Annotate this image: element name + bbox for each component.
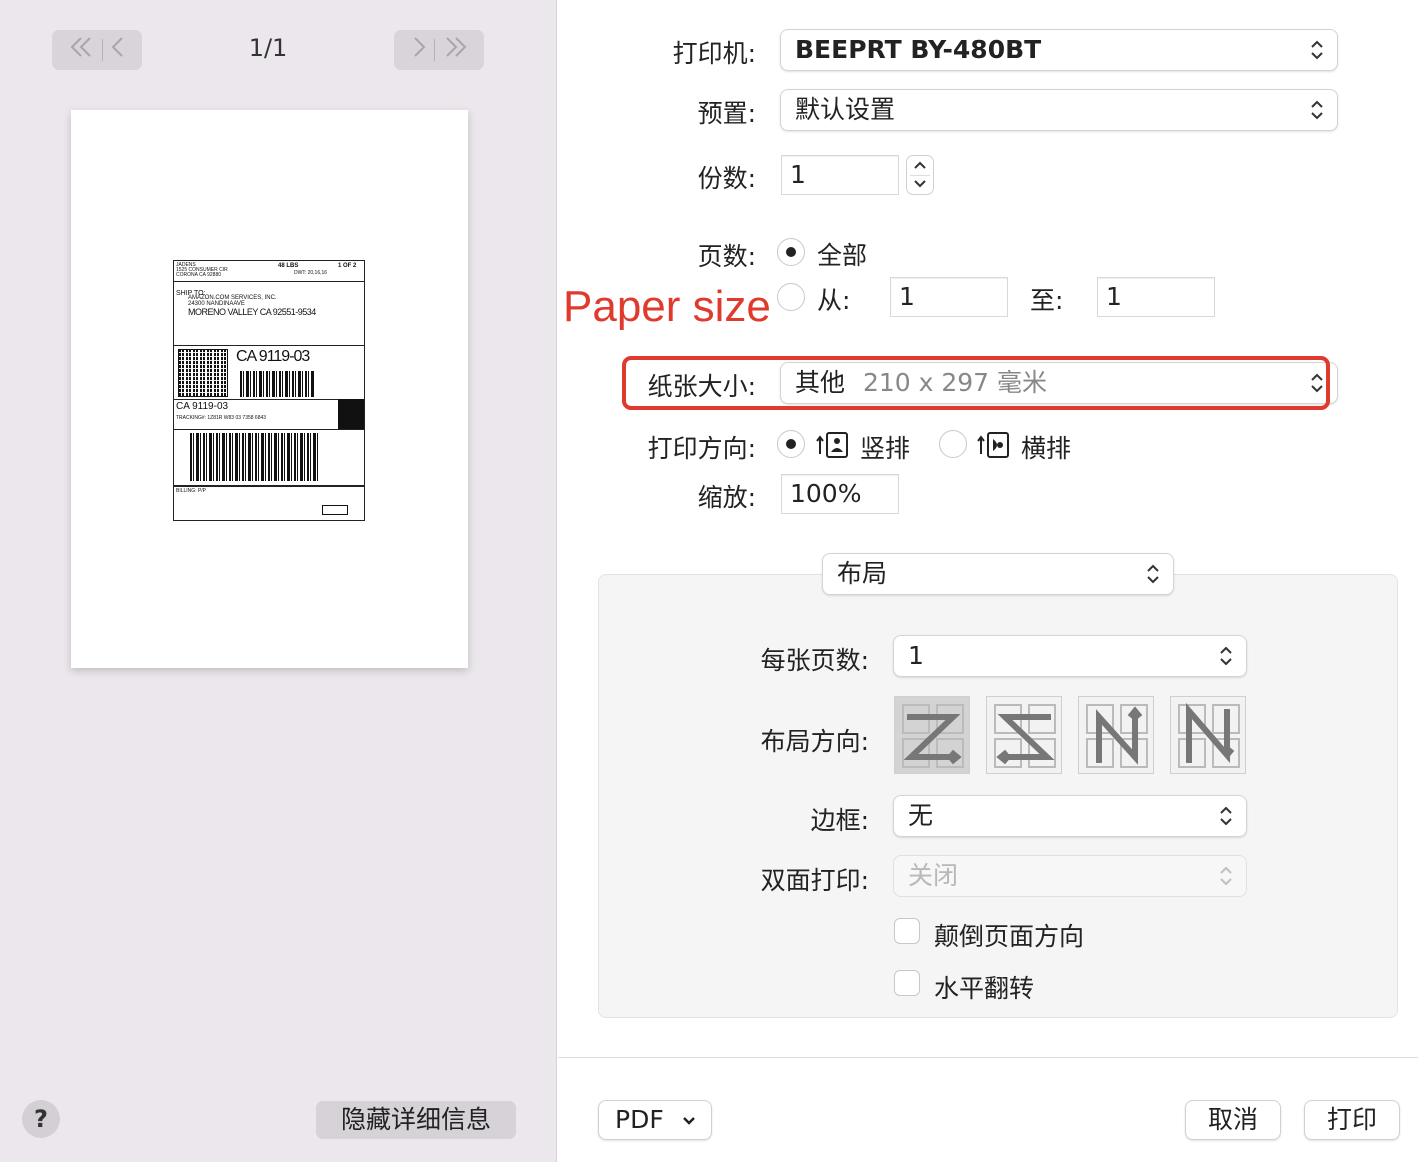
label-divider	[174, 281, 364, 282]
z-right-down-icon	[902, 704, 964, 768]
pages-label: 页数:	[697, 242, 756, 271]
orientation-label: 打印方向:	[647, 434, 756, 463]
tracking-barcode	[190, 433, 318, 481]
chevron-updown-icon	[1220, 866, 1232, 886]
presets-label: 预置:	[697, 99, 756, 128]
label-divider	[174, 399, 364, 400]
annotation-highlight-box	[622, 356, 1330, 410]
pdf-menu-button[interactable]: PDF	[598, 1100, 712, 1140]
chevron-updown-icon	[1311, 100, 1323, 120]
chevron-updown-icon	[1220, 646, 1232, 666]
maxicode	[178, 349, 228, 397]
footer-divider	[558, 1057, 1418, 1058]
previous-page-icon[interactable]	[109, 35, 127, 65]
shipping-label-preview: JADENS 1525 CONSUMER CIR CORONA CA 92880…	[173, 260, 365, 521]
reverse-orientation-label: 颠倒页面方向	[934, 922, 1085, 951]
layout-direction-n-right-button[interactable]	[1078, 696, 1154, 774]
label-divider	[174, 485, 364, 487]
section-select-value: 布局	[837, 559, 888, 588]
copies-label: 份数:	[697, 164, 756, 193]
service-block	[338, 399, 364, 429]
sender-address-2: CORONA CA 92880	[176, 272, 222, 278]
copies-field[interactable]: 1	[781, 155, 899, 195]
billing-info: BILLING: P/P	[176, 488, 207, 494]
presets-value: 默认设置	[795, 95, 896, 124]
stepper-up-icon[interactable]	[907, 156, 933, 174]
nav-separator	[101, 39, 103, 61]
portrait-icon	[815, 430, 851, 464]
layout-direction-n-left-button[interactable]	[1170, 696, 1246, 774]
next-page-group	[394, 30, 484, 70]
layout-direction-z-right-button[interactable]	[894, 696, 970, 774]
package-weight: 48 LBS	[278, 263, 299, 269]
tracking-number: TRACKING#: 1Z81R W83 03 7358 6843	[176, 415, 267, 421]
pages-from-field[interactable]: 1	[890, 277, 1008, 317]
cancel-button[interactable]: 取消	[1185, 1100, 1281, 1140]
pages-per-sheet-label: 每张页数:	[760, 646, 869, 675]
carrier-logo	[322, 505, 348, 515]
portrait-radio[interactable]	[777, 430, 805, 458]
preview-pane: 1/1 JADENS 1525 CONSUMER CIR CORONA CA 9…	[0, 0, 557, 1162]
first-page-icon[interactable]	[68, 35, 96, 65]
pages-from-label: 从:	[817, 286, 851, 315]
pages-range-radio[interactable]	[777, 283, 805, 311]
chevron-updown-icon	[1311, 40, 1323, 60]
route-code-small: CA 9119-03	[176, 401, 229, 412]
pages-to-field[interactable]: 1	[1097, 277, 1215, 317]
prev-page-group	[52, 30, 142, 70]
two-sided-select: 关闭	[893, 855, 1247, 897]
copies-stepper[interactable]	[906, 155, 934, 195]
layout-direction-label: 布局方向:	[760, 727, 869, 756]
chevron-down-icon	[683, 1117, 695, 1125]
route-barcode	[240, 371, 314, 397]
reverse-orientation-checkbox[interactable]	[894, 918, 920, 944]
two-sided-value: 关闭	[908, 861, 959, 890]
landscape-radio[interactable]	[939, 430, 967, 458]
pages-to-label: 至:	[1030, 286, 1064, 315]
pages-per-sheet-value: 1	[908, 641, 924, 670]
flip-horizontally-label: 水平翻转	[934, 974, 1035, 1003]
recipient-line-3: MORENO VALLEY CA 92551-9534	[188, 307, 316, 317]
landscape-label: 横排	[1021, 434, 1072, 463]
flip-horizontally-checkbox[interactable]	[894, 970, 920, 996]
pages-per-sheet-select[interactable]: 1	[893, 635, 1247, 677]
annotation-text: Paper size	[563, 282, 771, 331]
hide-details-button[interactable]: 隐藏详细信息	[316, 1101, 516, 1139]
pdf-label: PDF	[615, 1105, 664, 1134]
pages-all-radio[interactable]	[777, 238, 805, 266]
printer-value: BEEPRT BY-480BT	[795, 35, 1042, 64]
paper-preview: JADENS 1525 CONSUMER CIR CORONA CA 92880…	[71, 110, 468, 668]
print-button[interactable]: 打印	[1304, 1100, 1400, 1140]
chevron-updown-icon	[1147, 564, 1159, 584]
nav-separator	[433, 39, 435, 61]
z-left-down-icon	[994, 704, 1056, 768]
section-select[interactable]: 布局	[822, 553, 1174, 595]
route-code: CA 9119-03	[236, 348, 310, 365]
scale-field[interactable]: 100%	[781, 474, 899, 514]
scale-label: 缩放:	[697, 483, 756, 512]
border-label: 边框:	[810, 806, 869, 835]
stepper-down-icon[interactable]	[907, 176, 933, 194]
layout-direction-z-left-button[interactable]	[986, 696, 1062, 774]
border-value: 无	[908, 801, 934, 830]
help-button[interactable]: ?	[22, 1100, 60, 1138]
presets-select[interactable]: 默认设置	[780, 89, 1338, 131]
chevron-updown-icon	[1220, 806, 1232, 826]
label-divider	[174, 429, 364, 430]
page-counter: 1/1	[248, 34, 288, 62]
border-select[interactable]: 无	[893, 795, 1247, 837]
n-down-right-icon	[1086, 704, 1148, 768]
pages-all-label: 全部	[817, 241, 868, 270]
printer-select[interactable]: BEEPRT BY-480BT	[780, 29, 1338, 71]
landscape-icon	[976, 430, 1012, 464]
label-divider	[174, 345, 364, 346]
n-down-left-icon	[1178, 702, 1240, 768]
next-page-icon[interactable]	[410, 35, 428, 65]
package-count: 1 OF 2	[338, 263, 357, 269]
portrait-label: 竖排	[860, 434, 911, 463]
last-page-icon[interactable]	[441, 35, 469, 65]
dimensional-weight: DWT: 20,16,16	[294, 270, 328, 276]
printer-label: 打印机:	[672, 39, 756, 68]
two-sided-label: 双面打印:	[760, 866, 869, 895]
